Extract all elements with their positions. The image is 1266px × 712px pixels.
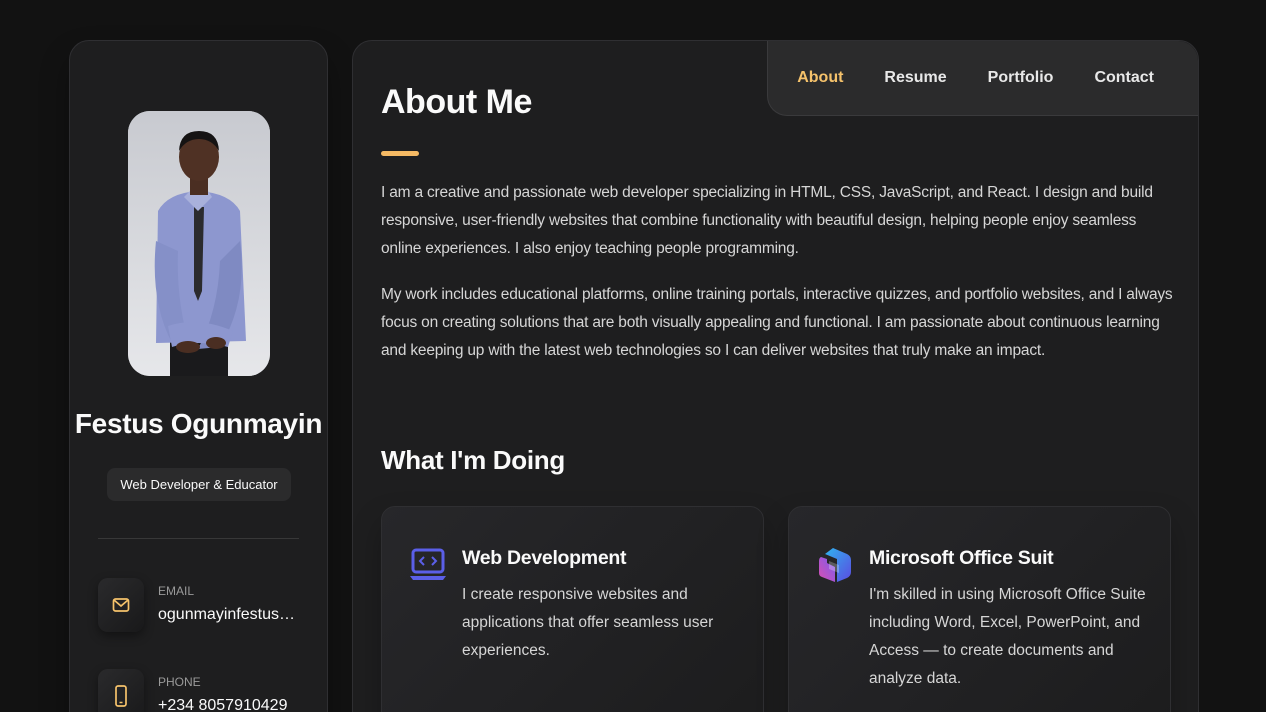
avatar (128, 111, 270, 376)
about-paragraph-1: I am a creative and passionate web devel… (381, 184, 1153, 257)
profile-name: Festus Ogunmayin (74, 408, 323, 439)
microsoft-office-icon (815, 545, 855, 585)
contact-email: EMAIL ogunmayinfestus@... (98, 578, 307, 638)
service-card-microsoft-office: Microsoft Office Suit I'm skilled in usi… (788, 506, 1171, 712)
phone-link[interactable]: +234 8057910429 (158, 697, 287, 712)
email-link[interactable]: ogunmayinfestus@... (158, 606, 298, 624)
heading-underline (381, 151, 419, 156)
service-description: I create responsive websites and applica… (462, 586, 714, 659)
sidebar: Festus Ogunmayin Web Developer & Educato… (69, 40, 328, 712)
phone-icon (98, 669, 144, 712)
service-card-web-development: Web Development I create responsive webs… (381, 506, 764, 712)
service-description: I'm skilled in using Microsoft Office Su… (869, 586, 1146, 687)
service-title: Microsoft Office Suit (869, 547, 1054, 569)
main-content: About Resume Portfolio Contact About Me … (352, 40, 1199, 712)
contact-phone: PHONE +234 8057910429 (98, 669, 307, 712)
nav-about[interactable]: About (797, 69, 843, 87)
contact-label: PHONE (158, 675, 201, 689)
page-title: About Me (381, 83, 532, 121)
service-title: Web Development (462, 547, 627, 569)
profile-photo (128, 111, 270, 376)
separator (98, 538, 299, 539)
nav-contact[interactable]: Contact (1094, 69, 1154, 87)
laptop-code-icon (408, 545, 448, 585)
services-heading: What I'm Doing (381, 445, 565, 475)
navbar: About Resume Portfolio Contact (767, 41, 1198, 116)
contact-label: EMAIL (158, 584, 195, 598)
nav-portfolio[interactable]: Portfolio (988, 69, 1054, 87)
profile-title-badge: Web Developer & Educator (107, 468, 291, 501)
mail-icon (98, 578, 144, 632)
nav-resume[interactable]: Resume (884, 69, 946, 87)
about-paragraph-2: My work includes educational platforms, … (381, 286, 1173, 359)
